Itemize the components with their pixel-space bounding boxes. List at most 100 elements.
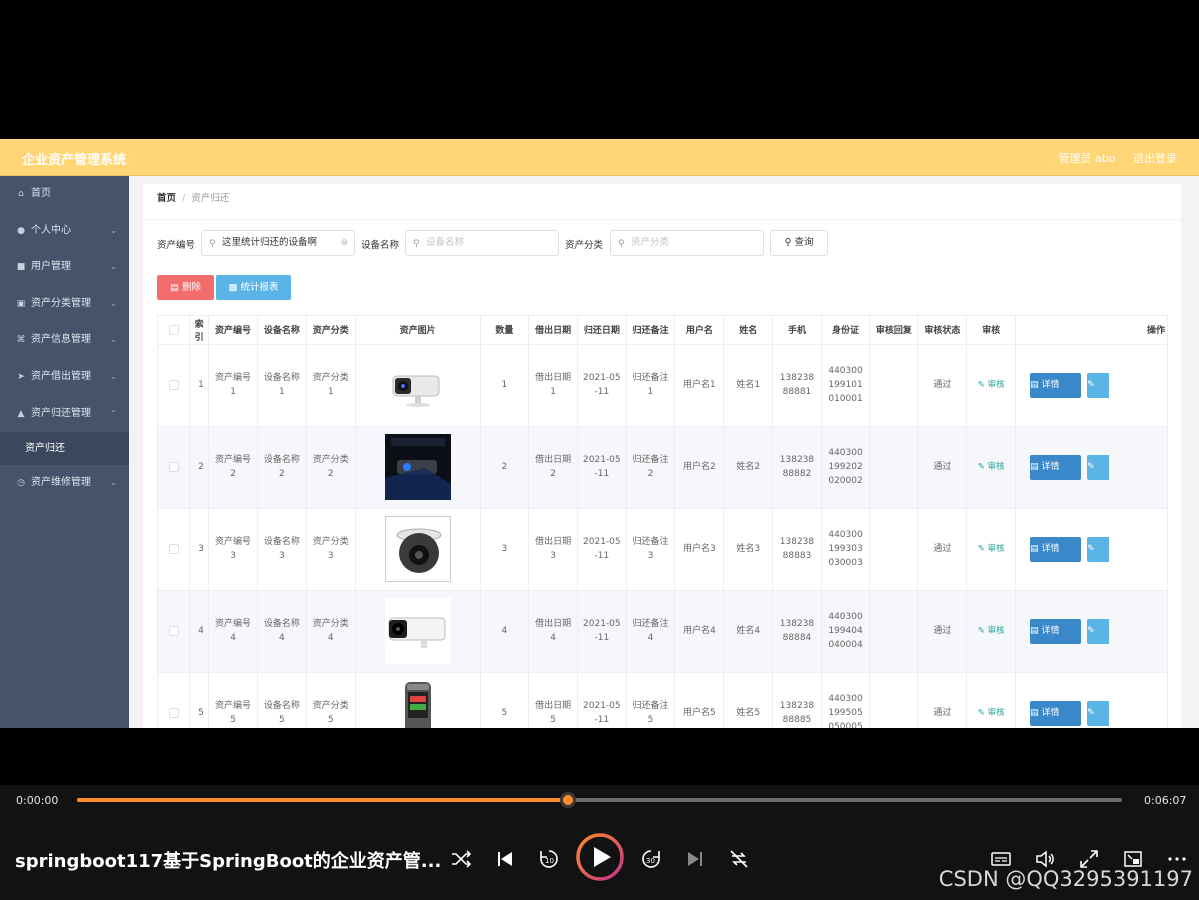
sidebar-item-asset-return[interactable]: ▲ 资产归还管理 ⌃: [0, 396, 129, 433]
sidebar-item-asset-info[interactable]: ⌘ 资产信息管理 ⌄: [0, 322, 129, 359]
chevron-down-icon: ⌄: [110, 335, 117, 345]
column-header: 设备名称: [257, 316, 307, 345]
clear-icon[interactable]: ⊗: [340, 231, 348, 255]
real-name-cell: 姓名1: [723, 344, 774, 427]
admin-user-label[interactable]: 管理员 abo: [1059, 152, 1116, 165]
actions-cell: ▤ 详情 ✎: [1015, 344, 1168, 427]
duration: 0:06:07: [1144, 794, 1187, 807]
player-controls: 0:00:00 0:06:07 springboot117基于SpringBoo…: [0, 785, 1199, 900]
skip-next-icon: [688, 852, 702, 866]
sidebar-item-personal-center[interactable]: ● 个人中心 ⌄: [0, 213, 129, 250]
index-cell: 1: [189, 344, 210, 427]
seek-bar-progress: [77, 798, 569, 802]
rewind-10-button[interactable]: 10: [537, 847, 561, 871]
detail-button[interactable]: ▤ 详情: [1030, 536, 1082, 562]
seek-bar[interactable]: [77, 792, 1122, 808]
edit-button[interactable]: ✎: [1087, 700, 1110, 726]
delete-label: 删除: [182, 282, 202, 293]
clipboard-icon: ▣: [16, 298, 26, 309]
table-row[interactable]: 5 资产编号5 设备名称5 资产分类5 5 借出日期5 2021-05-11 归还备注5 用户名…: [158, 672, 1168, 728]
audit-cell: ✎ 审核: [966, 344, 1017, 427]
sidebar-item-label: 资产归还管理: [31, 407, 91, 419]
detail-label: 详情: [1041, 543, 1060, 554]
audit-link[interactable]: ✎ 审核: [978, 708, 1005, 718]
column-header: 归还备注: [626, 316, 676, 345]
detail-button[interactable]: ▤ 详情: [1030, 454, 1082, 480]
sidebar-item-home[interactable]: ⌂ 首页: [0, 176, 129, 213]
search-icon: ⚲: [618, 239, 625, 249]
audit-link[interactable]: ✎ 审核: [978, 380, 1005, 390]
row-select-cell[interactable]: [158, 426, 191, 509]
asset-image: [384, 434, 451, 500]
sidebar-item-asset-repair[interactable]: ◷ 资产维修管理 ⌄: [0, 465, 129, 502]
forward-30-button[interactable]: 30: [639, 847, 663, 871]
table-row[interactable]: 3 资产编号3 设备名称3 资产分类3 3 借出日期3 2021-05-11 归还备注3 用户名…: [158, 508, 1168, 591]
detail-label: 详情: [1041, 379, 1060, 390]
audit-link[interactable]: ✎ 审核: [978, 544, 1005, 554]
document-icon: ▤: [1030, 707, 1039, 718]
detail-label: 详情: [1041, 707, 1060, 718]
asset-category-cell: 资产分类3: [306, 508, 356, 591]
phone-cell: 13823888885: [772, 672, 822, 728]
column-header: 审核: [966, 316, 1017, 345]
table-row[interactable]: 2 资产编号2 设备名称2 资产分类2 2 借出日期2 2021-05-11 归还备注2 用户名…: [158, 426, 1168, 509]
chevron-down-icon: ⌄: [110, 298, 117, 308]
detail-button[interactable]: ▤ 详情: [1030, 372, 1082, 398]
breadcrumb-home[interactable]: 首页: [157, 193, 176, 204]
lend-date-cell: 借出日期4: [528, 590, 579, 673]
row-checkbox[interactable]: [168, 461, 179, 472]
play-button[interactable]: [575, 832, 625, 882]
next-button[interactable]: [683, 847, 707, 871]
sidebar-item-asset-lending[interactable]: ➤ 资产借出管理 ⌄: [0, 359, 129, 396]
device-name-cell: 设备名称5: [257, 672, 307, 728]
id-card-cell: 440300199101010001: [821, 344, 871, 427]
quantity-cell: 3: [480, 508, 530, 591]
column-header: 资产分类: [306, 316, 356, 345]
row-select-cell[interactable]: [158, 344, 191, 427]
edit-button[interactable]: ✎: [1087, 618, 1110, 644]
seek-handle[interactable]: [560, 792, 577, 808]
audit-reply-cell: [869, 426, 919, 509]
detail-label: 详情: [1041, 625, 1060, 636]
detail-button[interactable]: ▤ 详情: [1030, 618, 1082, 644]
row-select-cell[interactable]: [158, 508, 191, 591]
audit-link[interactable]: ✎ 审核: [978, 626, 1005, 636]
table-row[interactable]: 1 资产编号1 设备名称1 资产分类1 1 借出日期1 2021-05-11 归还备注1 用户名…: [158, 344, 1168, 427]
row-select-cell[interactable]: [158, 672, 191, 728]
audit-link[interactable]: ✎ 审核: [978, 462, 1005, 472]
return-date-cell: 2021-05-11: [577, 672, 627, 728]
edit-button[interactable]: ✎: [1087, 454, 1110, 480]
return-date-cell: 2021-05-11: [577, 590, 627, 673]
row-checkbox[interactable]: [168, 543, 179, 554]
row-select-cell[interactable]: [158, 590, 191, 673]
chevron-down-icon: ⌄: [110, 478, 117, 488]
statistics-report-button[interactable]: ▩ 统计报表: [216, 275, 291, 300]
sidebar-item-label: 个人中心: [31, 224, 71, 236]
repeat-off-button[interactable]: [727, 847, 751, 871]
audit-label: 审核: [987, 462, 1005, 472]
query-button[interactable]: ⚲ 查询: [770, 230, 828, 256]
select-all-header[interactable]: [158, 316, 191, 345]
select-all-checkbox[interactable]: [168, 324, 179, 335]
row-checkbox[interactable]: [168, 625, 179, 636]
row-checkbox[interactable]: [168, 707, 179, 718]
sidebar-item-user-management[interactable]: ■ 用户管理 ⌄: [0, 249, 129, 286]
asset-code-input[interactable]: ⚲ 这里统计归还的设备啊 ⊗: [201, 230, 355, 256]
repeat-off-icon: [730, 850, 748, 868]
edit-button[interactable]: ✎: [1087, 536, 1110, 562]
search-form: 资产编号 ⚲ 这里统计归还的设备啊 ⊗ 设备名称 ⚲ 设备名称 资产分类 ⚲ 资…: [157, 230, 1157, 256]
column-header: 归还日期: [577, 316, 627, 345]
logout-link[interactable]: 退出登录: [1133, 152, 1177, 165]
row-checkbox[interactable]: [168, 379, 179, 390]
detail-button[interactable]: ▤ 详情: [1030, 700, 1082, 726]
shuffle-button[interactable]: [449, 847, 473, 871]
app-header: 企业资产管理系统 管理员 abo 退出登录: [0, 139, 1199, 176]
sidebar-subitem-asset-return[interactable]: 资产归还: [0, 432, 129, 466]
previous-button[interactable]: [493, 847, 517, 871]
sidebar-item-asset-category[interactable]: ▣ 资产分类管理 ⌄: [0, 286, 129, 323]
delete-button[interactable]: ▤ 删除: [157, 275, 214, 300]
asset-category-input[interactable]: ⚲ 资产分类: [610, 230, 764, 256]
device-name-input[interactable]: ⚲ 设备名称: [405, 230, 559, 256]
table-row[interactable]: 4 资产编号4 设备名称4 资产分类4 4 借出日期4 2021-05-11 归还备注4 用户名…: [158, 590, 1168, 673]
edit-button[interactable]: ✎: [1087, 372, 1110, 398]
